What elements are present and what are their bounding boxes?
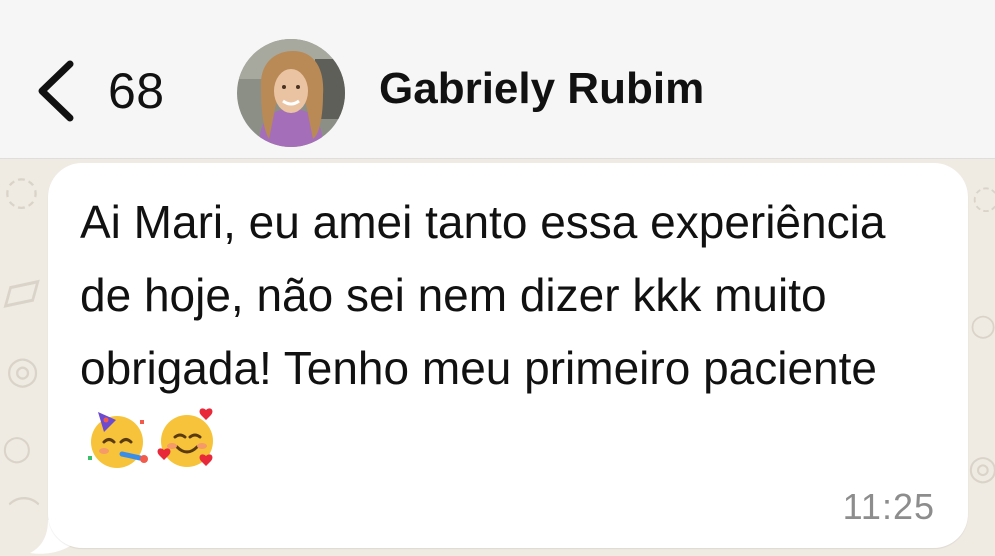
message-body: Ai Mari, eu amei tanto essa experiência … <box>80 186 930 478</box>
message-text: Ai Mari, eu amei tanto essa experiência … <box>80 196 886 394</box>
smiling-face-with-hearts-icon <box>157 408 213 467</box>
chat-header: 68 Gabriely Rubim <box>0 0 995 159</box>
partying-face-icon <box>88 411 148 468</box>
wallpaper-doodle-icon: ◎ <box>6 348 40 392</box>
wallpaper-doodle-icon: ▱ <box>0 254 48 325</box>
message-timestamp: 11:25 <box>842 486 935 527</box>
unread-count: 68 <box>108 63 165 119</box>
chevron-left-icon <box>38 60 74 122</box>
back-button[interactable]: 68 <box>30 46 165 136</box>
wallpaper-doodle-icon: ◎ <box>968 448 995 488</box>
avatar-photo <box>237 39 345 147</box>
contact-avatar[interactable] <box>237 39 345 147</box>
contact-name[interactable]: Gabriely Rubim <box>379 64 704 114</box>
wallpaper-doodle-icon: ○ <box>2 428 32 468</box>
wallpaper-doodle-icon: ○ <box>970 308 995 343</box>
wallpaper-doodle-icon: ◌ <box>972 178 995 216</box>
wallpaper-doodle-icon: ◌ <box>4 168 39 214</box>
